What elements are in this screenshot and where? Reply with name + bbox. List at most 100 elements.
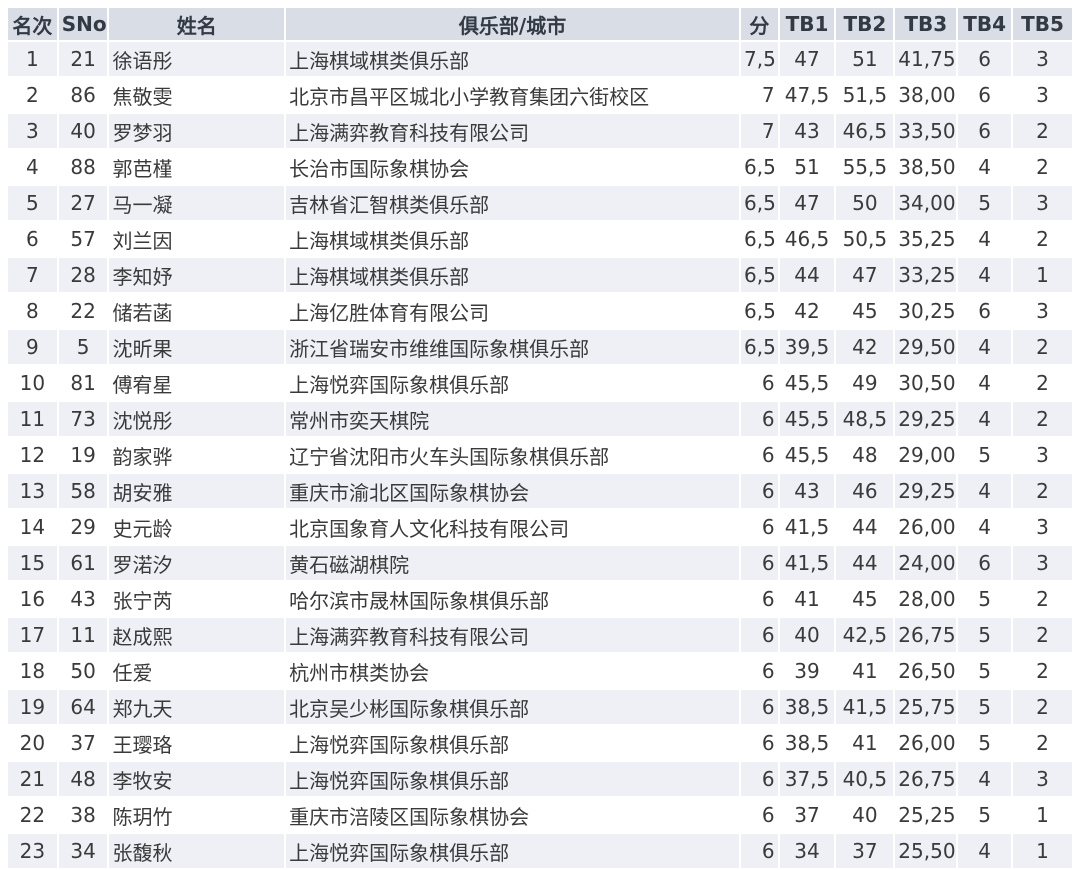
player-name-link[interactable]: 焦敬雯 <box>109 78 285 112</box>
player-name-link[interactable]: 郭芭槿 <box>109 150 285 184</box>
cell-tb2: 51,5 <box>836 78 894 112</box>
cell-sno: 40 <box>58 114 108 148</box>
column-header-rank[interactable]: 名次 <box>8 8 57 40</box>
table-row: 15 61 罗渃汐 黄石磁湖棋院 6 41,5 44 24,00 6 3 <box>8 546 1072 580</box>
column-header-tb4[interactable]: TB4 <box>958 8 1011 40</box>
cell-tb2: 42,5 <box>836 618 894 652</box>
cell-tb3: 30,50 <box>895 366 957 400</box>
player-name-link[interactable]: 郑九天 <box>109 690 285 724</box>
cell-tb5: 3 <box>1013 438 1072 472</box>
player-name-link[interactable]: 韵家骅 <box>109 438 285 472</box>
table-row: 1 21 徐语彤 上海棋域棋类俱乐部 7,5 47 51 41,75 6 3 <box>8 42 1072 76</box>
cell-tb5: 2 <box>1013 402 1072 436</box>
cell-tb5: 3 <box>1013 294 1072 328</box>
cell-tb1: 41 <box>779 582 835 616</box>
cell-tb4: 5 <box>958 726 1011 760</box>
cell-sno: 34 <box>58 834 108 868</box>
player-name-link[interactable]: 胡安雅 <box>109 474 285 508</box>
cell-tb4: 4 <box>958 834 1011 868</box>
cell-rank: 13 <box>8 474 57 508</box>
column-header-tb1[interactable]: TB1 <box>779 8 835 40</box>
player-name-link[interactable]: 马一凝 <box>109 186 285 220</box>
player-name-link[interactable]: 罗梦羽 <box>109 114 285 148</box>
cell-tb1: 45,5 <box>779 438 835 472</box>
table-row: 9 5 沈昕果 浙江省瑞安市维维国际象棋俱乐部 6,5 39,5 42 29,50 4 2 <box>8 330 1072 364</box>
cell-tb2: 41 <box>836 654 894 688</box>
table-row: 17 11 赵成熙 上海满弈教育科技有限公司 6 40 42,5 26,75 5 2 <box>8 618 1072 652</box>
cell-tb1: 43 <box>779 474 835 508</box>
player-name-link[interactable]: 张宁芮 <box>109 582 285 616</box>
cell-tb5: 2 <box>1013 222 1072 256</box>
cell-tb4: 4 <box>958 474 1011 508</box>
cell-tb5: 2 <box>1013 330 1072 364</box>
player-name-link[interactable]: 张馥秋 <box>109 834 285 868</box>
cell-points: 6 <box>741 690 778 724</box>
cell-tb1: 38,5 <box>779 690 835 724</box>
player-name-link[interactable]: 沈悦彤 <box>109 402 285 436</box>
cell-tb2: 44 <box>836 546 894 580</box>
cell-tb4: 6 <box>958 294 1011 328</box>
cell-tb2: 41,5 <box>836 690 894 724</box>
cell-rank: 21 <box>8 762 57 796</box>
cell-tb3: 38,00 <box>895 78 957 112</box>
player-name-link[interactable]: 史元龄 <box>109 510 285 544</box>
cell-points: 6,5 <box>741 258 778 292</box>
player-name-link[interactable]: 罗渃汐 <box>109 546 285 580</box>
player-name-link[interactable]: 陈玥竹 <box>109 798 285 832</box>
player-name-link[interactable]: 徐语彤 <box>109 42 285 76</box>
column-header-points[interactable]: 分 <box>741 8 778 40</box>
cell-club: 上海满弈教育科技有限公司 <box>286 618 740 652</box>
cell-points: 6 <box>741 402 778 436</box>
cell-rank: 2 <box>8 78 57 112</box>
cell-tb5: 1 <box>1013 798 1072 832</box>
player-name-link[interactable]: 李牧安 <box>109 762 285 796</box>
cell-club: 北京国象育人文化科技有限公司 <box>286 510 740 544</box>
cell-club: 上海棋域棋类俱乐部 <box>286 258 740 292</box>
column-header-tb3[interactable]: TB3 <box>895 8 957 40</box>
cell-rank: 3 <box>8 114 57 148</box>
cell-club: 上海悦弈国际象棋俱乐部 <box>286 762 740 796</box>
standings-body: 1 21 徐语彤 上海棋域棋类俱乐部 7,5 47 51 41,75 6 3 2 86 焦敬雯 北京市昌平… <box>8 42 1072 868</box>
cell-tb5: 3 <box>1013 510 1072 544</box>
column-header-tb2[interactable]: TB2 <box>836 8 894 40</box>
player-name-link[interactable]: 任爱 <box>109 654 285 688</box>
cell-tb4: 4 <box>958 762 1011 796</box>
cell-points: 6 <box>741 438 778 472</box>
player-name-link[interactable]: 王璎珞 <box>109 726 285 760</box>
cell-tb2: 48,5 <box>836 402 894 436</box>
player-name-link[interactable]: 李知妤 <box>109 258 285 292</box>
cell-club: 哈尔滨市晟林国际象棋俱乐部 <box>286 582 740 616</box>
player-name-link[interactable]: 沈昕果 <box>109 330 285 364</box>
cell-points: 7 <box>741 114 778 148</box>
cell-tb4: 6 <box>958 78 1011 112</box>
cell-tb3: 26,00 <box>895 726 957 760</box>
cell-tb2: 40,5 <box>836 762 894 796</box>
player-name-link[interactable]: 赵成熙 <box>109 618 285 652</box>
player-name-link[interactable]: 储若菡 <box>109 294 285 328</box>
cell-rank: 5 <box>8 186 57 220</box>
cell-tb4: 5 <box>958 582 1011 616</box>
player-name-link[interactable]: 刘兰因 <box>109 222 285 256</box>
cell-tb3: 29,00 <box>895 438 957 472</box>
cell-points: 7,5 <box>741 42 778 76</box>
column-header-club[interactable]: 俱乐部/城市 <box>286 8 740 40</box>
cell-tb5: 3 <box>1013 42 1072 76</box>
column-header-sno[interactable]: SNo <box>58 8 108 40</box>
cell-tb1: 47 <box>779 186 835 220</box>
table-row: 23 34 张馥秋 上海悦弈国际象棋俱乐部 6 34 37 25,50 4 1 <box>8 834 1072 868</box>
column-header-name[interactable]: 姓名 <box>109 8 285 40</box>
cell-tb3: 26,00 <box>895 510 957 544</box>
cell-tb4: 5 <box>958 798 1011 832</box>
standings-table: 名次 SNo 姓名 俱乐部/城市 分 TB1 TB2 TB3 TB4 TB5 1… <box>6 6 1074 870</box>
cell-tb2: 41 <box>836 726 894 760</box>
player-name-link[interactable]: 傅宥星 <box>109 366 285 400</box>
column-header-tb5[interactable]: TB5 <box>1013 8 1072 40</box>
cell-tb4: 5 <box>958 186 1011 220</box>
cell-rank: 8 <box>8 294 57 328</box>
cell-club: 重庆市涪陵区国际象棋协会 <box>286 798 740 832</box>
cell-points: 6 <box>741 762 778 796</box>
cell-points: 6 <box>741 546 778 580</box>
header-row: 名次 SNo 姓名 俱乐部/城市 分 TB1 TB2 TB3 TB4 TB5 <box>8 8 1072 40</box>
table-row: 14 29 史元龄 北京国象育人文化科技有限公司 6 41,5 44 26,00 4 3 <box>8 510 1072 544</box>
cell-tb4: 4 <box>958 150 1011 184</box>
